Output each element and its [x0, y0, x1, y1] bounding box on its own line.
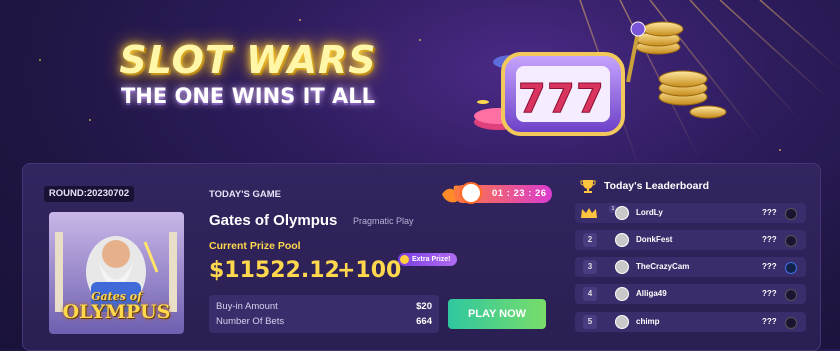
coin-icon — [400, 255, 409, 264]
bets-row: Number Of Bets 664 — [216, 316, 432, 327]
todays-game-label: TODAY'S GAME — [209, 189, 281, 200]
chip-icon — [785, 289, 797, 301]
rank-number: 5 — [583, 315, 597, 329]
prize-pool-amount: $11522.12 — [209, 258, 340, 283]
player-name: DonkFest — [636, 235, 673, 244]
leaderboard-row[interactable]: 2 DonkFest ??? — [575, 230, 806, 250]
chip-icon — [785, 208, 797, 220]
player-score: ??? — [762, 235, 777, 244]
rank-number: 3 — [583, 260, 597, 274]
prize-extra-amount: +100 — [337, 258, 402, 283]
player-name: TheCrazyCam — [636, 262, 690, 271]
player-score: ??? — [762, 289, 777, 298]
trophy-icon — [580, 180, 596, 193]
hero-title: SLOT WARS — [119, 38, 377, 82]
link-icon — [785, 262, 797, 274]
player-name: chimp — [636, 317, 660, 326]
svg-text:7: 7 — [576, 76, 604, 122]
leaderboard-row[interactable]: 4 Alliga49 ??? — [575, 284, 806, 304]
player-name: Alliga49 — [636, 289, 667, 298]
countdown-timer: 01 : 23 : 26 — [454, 182, 552, 204]
prize-pool-label: Current Prize Pool — [209, 240, 301, 252]
game-thumbnail[interactable]: Gates of OLYMPUS — [49, 212, 184, 334]
player-score: ??? — [762, 208, 777, 217]
clock-icon — [460, 182, 482, 204]
avatar — [615, 233, 629, 247]
extra-prize-badge[interactable]: Extra Prize! — [398, 253, 457, 266]
leaderboard-row[interactable]: 5 chimp ??? — [575, 312, 806, 332]
chip-icon — [785, 317, 797, 329]
player-score: ??? — [762, 317, 777, 326]
buyin-row: Buy-in Amount $20 — [216, 301, 432, 312]
play-now-button[interactable]: PLAY NOW — [448, 299, 546, 329]
round-badge: ROUND:20230702 — [44, 186, 134, 202]
leaderboard-row[interactable]: 1 LordLy ??? — [575, 203, 806, 223]
timer-value: 01 : 23 : 26 — [492, 188, 547, 199]
buyin-label: Buy-in Amount — [216, 301, 278, 312]
slot-machine-illustration: 777 — [474, 21, 727, 136]
hero-subtitle: THE ONE WINS IT ALL — [120, 84, 376, 108]
game-title: Gates of Olympus — [209, 212, 338, 229]
extra-prize-label: Extra Prize! — [412, 256, 451, 263]
rank-number: 4 — [583, 287, 597, 301]
player-name: LordLy — [636, 208, 663, 217]
thumbnail-subtitle: OLYMPUS — [62, 301, 171, 323]
chip-icon — [785, 235, 797, 247]
buyin-value: $20 — [416, 301, 432, 312]
avatar — [615, 287, 629, 301]
avatar — [615, 315, 629, 329]
svg-text:7: 7 — [547, 76, 575, 122]
bets-value: 664 — [416, 316, 432, 327]
leaderboard-row[interactable]: 3 TheCrazyCam ??? — [575, 257, 806, 277]
avatar — [615, 260, 629, 274]
svg-text:7: 7 — [518, 76, 546, 122]
leaderboard-title: Today's Leaderboard — [604, 180, 709, 192]
bets-label: Number Of Bets — [216, 316, 285, 327]
game-provider: Pragmatic Play — [353, 216, 414, 226]
rank-number: 2 — [583, 233, 597, 247]
avatar — [615, 206, 629, 220]
crown-icon — [581, 208, 597, 218]
bet-info: Buy-in Amount $20 Number Of Bets 664 — [209, 295, 439, 333]
player-score: ??? — [762, 262, 777, 271]
hero-banner: SLOT WARS THE ONE WINS IT ALL — [118, 38, 378, 108]
